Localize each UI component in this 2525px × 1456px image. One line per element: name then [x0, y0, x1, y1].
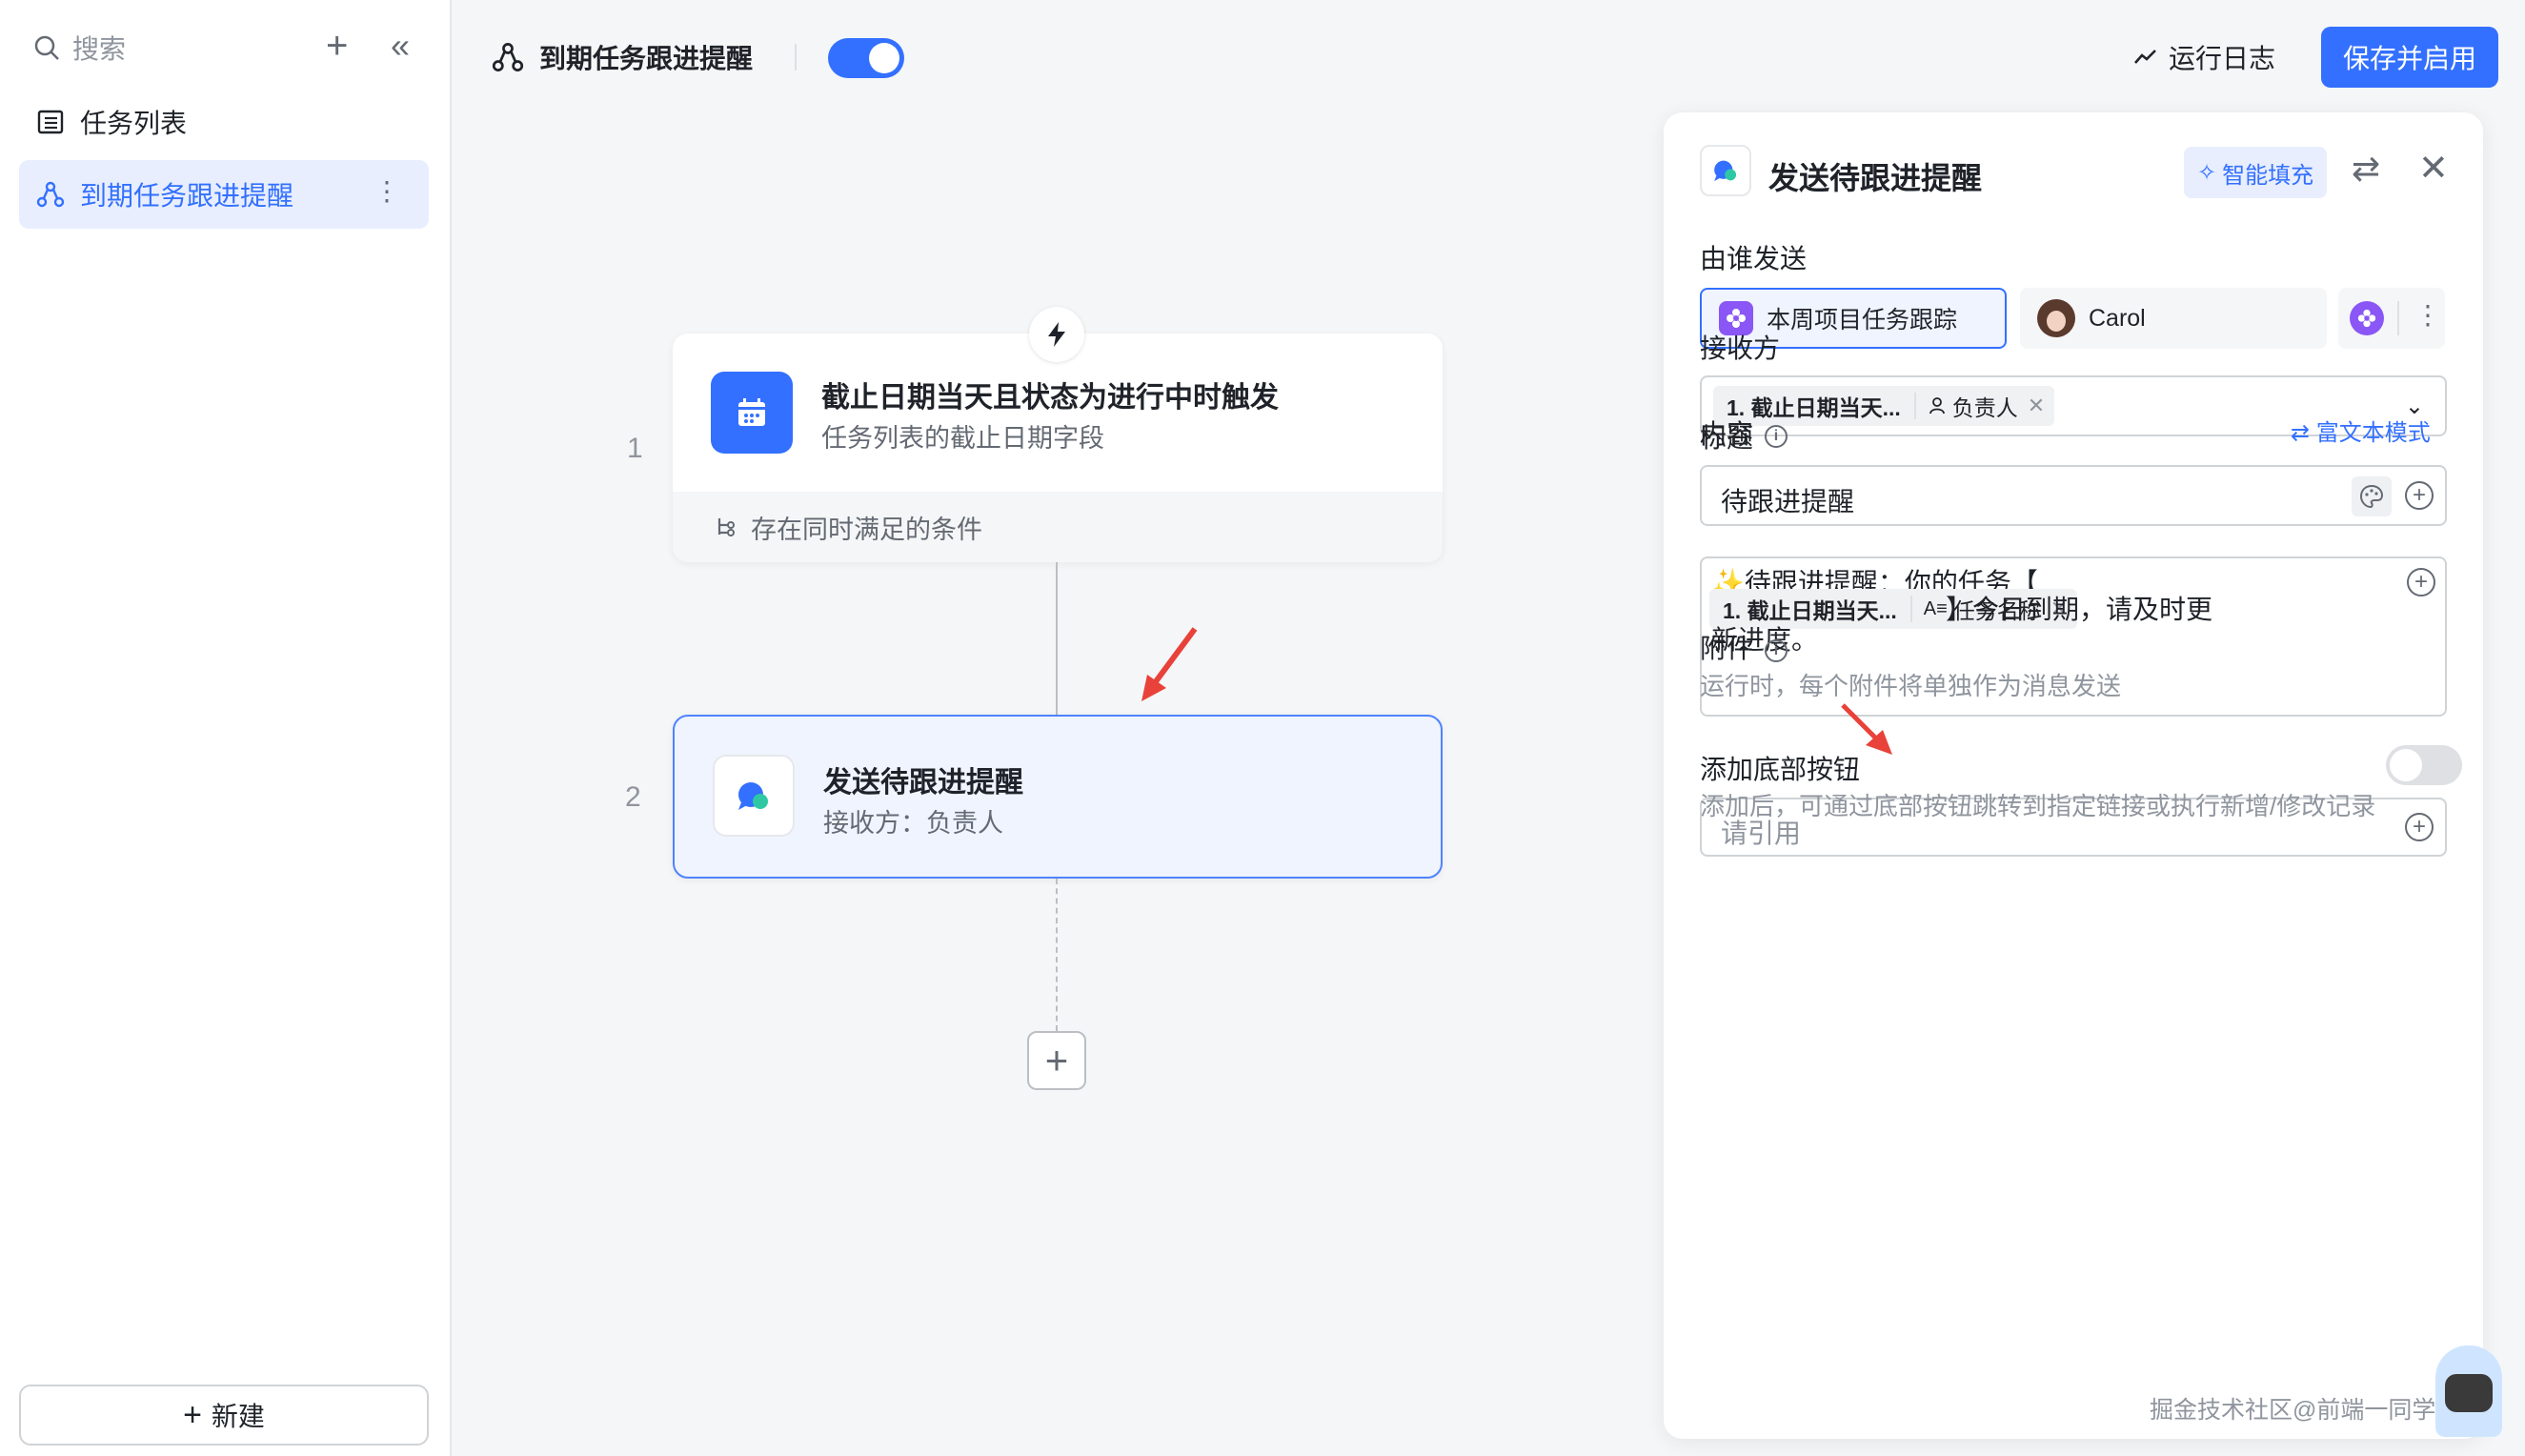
new-button-label: 新建 — [211, 1402, 265, 1431]
close-icon[interactable]: ✕ — [2418, 147, 2449, 190]
palette-icon[interactable] — [2352, 476, 2392, 516]
new-button[interactable]: + 新建 — [19, 1385, 429, 1446]
step-number: 1 — [627, 433, 643, 464]
condition-label: 存在同时满足的条件 — [751, 515, 982, 544]
info-icon[interactable]: i — [1765, 424, 1788, 448]
content-label: 内容 — [1700, 419, 1754, 449]
content-label-wrap: 内容 i — [1700, 414, 1788, 452]
add-icon[interactable]: + — [326, 27, 348, 65]
content-line-2: 】今日到期，请及时更 — [1946, 595, 2213, 624]
title-value: 待跟进提醒 — [1721, 487, 1855, 516]
title-input[interactable]: 待跟进提醒 + — [1700, 465, 2447, 526]
swap-icon: ⇄ — [2291, 420, 2311, 446]
add-circle-icon[interactable]: + — [2405, 481, 2434, 510]
sender-user-chip[interactable]: Carol — [2020, 288, 2327, 349]
trigger-node[interactable]: 截止日期当天且状态为进行中时触发 任务列表的截止日期字段 存在同时满足的条件 — [673, 334, 1443, 562]
workflow-icon — [492, 43, 524, 71]
plus-icon: + — [183, 1397, 202, 1433]
message-icon — [713, 755, 795, 837]
sparkle-icon: ✧ — [2197, 159, 2217, 186]
avatar — [2037, 299, 2075, 337]
bottom-button-hint: 添加后，可通过底部按钮跳转到指定链接或执行新增/修改记录 — [1700, 792, 2376, 820]
lightning-icon — [1029, 307, 1084, 362]
info-icon[interactable]: i — [1765, 638, 1788, 662]
enable-toggle[interactable] — [828, 38, 904, 78]
sender-label: 由谁发送 — [1700, 244, 1808, 273]
search-box[interactable]: 搜索 — [32, 29, 126, 67]
tag-field: 负责人 — [1951, 395, 2018, 420]
bottom-button-toggle[interactable] — [2386, 745, 2462, 785]
config-panel: 发送待跟进提醒 ✧ 智能填充 ⇄ ✕ 由谁发送 本周项目任务跟踪 Carol ⋮… — [1664, 112, 2483, 1439]
divider — [2397, 301, 2399, 335]
more-icon[interactable]: ⋮ — [2414, 299, 2441, 331]
annotation-arrow — [1141, 627, 1198, 701]
remove-tag-icon[interactable]: ✕ — [2028, 394, 2054, 418]
trigger-title: 截止日期当天且状态为进行中时触发 — [821, 382, 1279, 414]
divider — [795, 44, 797, 71]
text-field-icon: A≡ — [1923, 597, 1948, 619]
flow-title: 到期任务跟进提醒 — [492, 38, 753, 76]
add-step-button[interactable]: + — [1027, 1031, 1086, 1090]
receiver-label: 接收方 — [1700, 334, 1781, 363]
condition-row[interactable]: 存在同时满足的条件 — [673, 492, 1443, 562]
save-and-enable-button[interactable]: 保存并启用 — [2321, 27, 2498, 88]
panel-title: 发送待跟进提醒 — [1768, 161, 1983, 195]
sender-user-name: Carol — [2089, 304, 2146, 332]
sidebar-item-label: 任务列表 — [80, 109, 188, 138]
connector-line — [1056, 562, 1058, 715]
trigger-subtitle: 任务列表的截止日期字段 — [821, 424, 1104, 453]
send-node-title: 发送待跟进提醒 — [823, 767, 1023, 799]
smart-fill-label: 智能填充 — [2222, 162, 2314, 189]
send-reminder-node[interactable]: 发送待跟进提醒 接收方：负责人 — [673, 715, 1443, 879]
run-log-label: 运行日志 — [2169, 44, 2276, 73]
integration-icon[interactable] — [2350, 301, 2384, 335]
search-icon — [34, 35, 59, 60]
smart-fill-button[interactable]: ✧ 智能填充 — [2184, 147, 2328, 198]
tag-source: 1. 截止日期当天... — [1709, 596, 1912, 623]
attach-hint: 运行时，每个附件将单独作为消息发送 — [1700, 672, 2122, 700]
table-icon — [37, 110, 64, 134]
step-number: 2 — [625, 781, 641, 813]
more-icon[interactable]: ⋮ — [374, 177, 400, 206]
search-placeholder: 搜索 — [72, 34, 127, 64]
sidebar-item-task-list[interactable]: 任务列表 — [19, 88, 429, 156]
person-icon — [1929, 397, 1945, 415]
calendar-icon — [711, 372, 793, 454]
flow-title-text: 到期任务跟进提醒 — [539, 44, 754, 73]
sender-extra: ⋮ — [2338, 288, 2445, 349]
annotation-arrow — [1841, 703, 1892, 755]
attach-label-wrap: 附件 i — [1700, 628, 1788, 666]
mascot-avatar — [2435, 1345, 2502, 1437]
swap-icon[interactable]: ⇄ — [2352, 149, 2380, 189]
connector-dashed — [1056, 879, 1058, 1031]
collapse-sidebar-icon[interactable]: « — [391, 27, 410, 65]
branch-icon — [717, 518, 735, 536]
sidebar-item-due-reminder[interactable]: 到期任务跟进提醒 ⋮ — [19, 160, 429, 229]
attach-label: 附件 — [1700, 634, 1754, 663]
add-circle-icon[interactable]: + — [2407, 568, 2435, 597]
rich-text-mode-button[interactable]: ⇄ 富文本模式 — [2291, 414, 2431, 447]
sidebar: 搜索 + « 任务列表 到期任务跟进提醒 ⋮ + 新建 — [0, 0, 452, 1456]
message-icon — [1700, 145, 1751, 196]
add-circle-icon[interactable]: + — [2405, 813, 2434, 841]
send-node-subtitle: 接收方：负责人 — [823, 809, 1003, 838]
sidebar-item-label: 到期任务跟进提醒 — [80, 181, 294, 211]
workflow-icon — [36, 181, 65, 208]
sender-app-name: 本周项目任务跟踪 — [1767, 307, 1958, 334]
run-log-button[interactable]: 运行日志 — [2132, 38, 2275, 76]
top-bar: 到期任务跟进提醒 运行日志 保存并启用 — [454, 0, 2525, 112]
rich-text-mode-label: 富文本模式 — [2315, 420, 2431, 446]
trend-icon — [2134, 50, 2156, 64]
bottom-button-label: 添加底部按钮 — [1700, 755, 1861, 784]
